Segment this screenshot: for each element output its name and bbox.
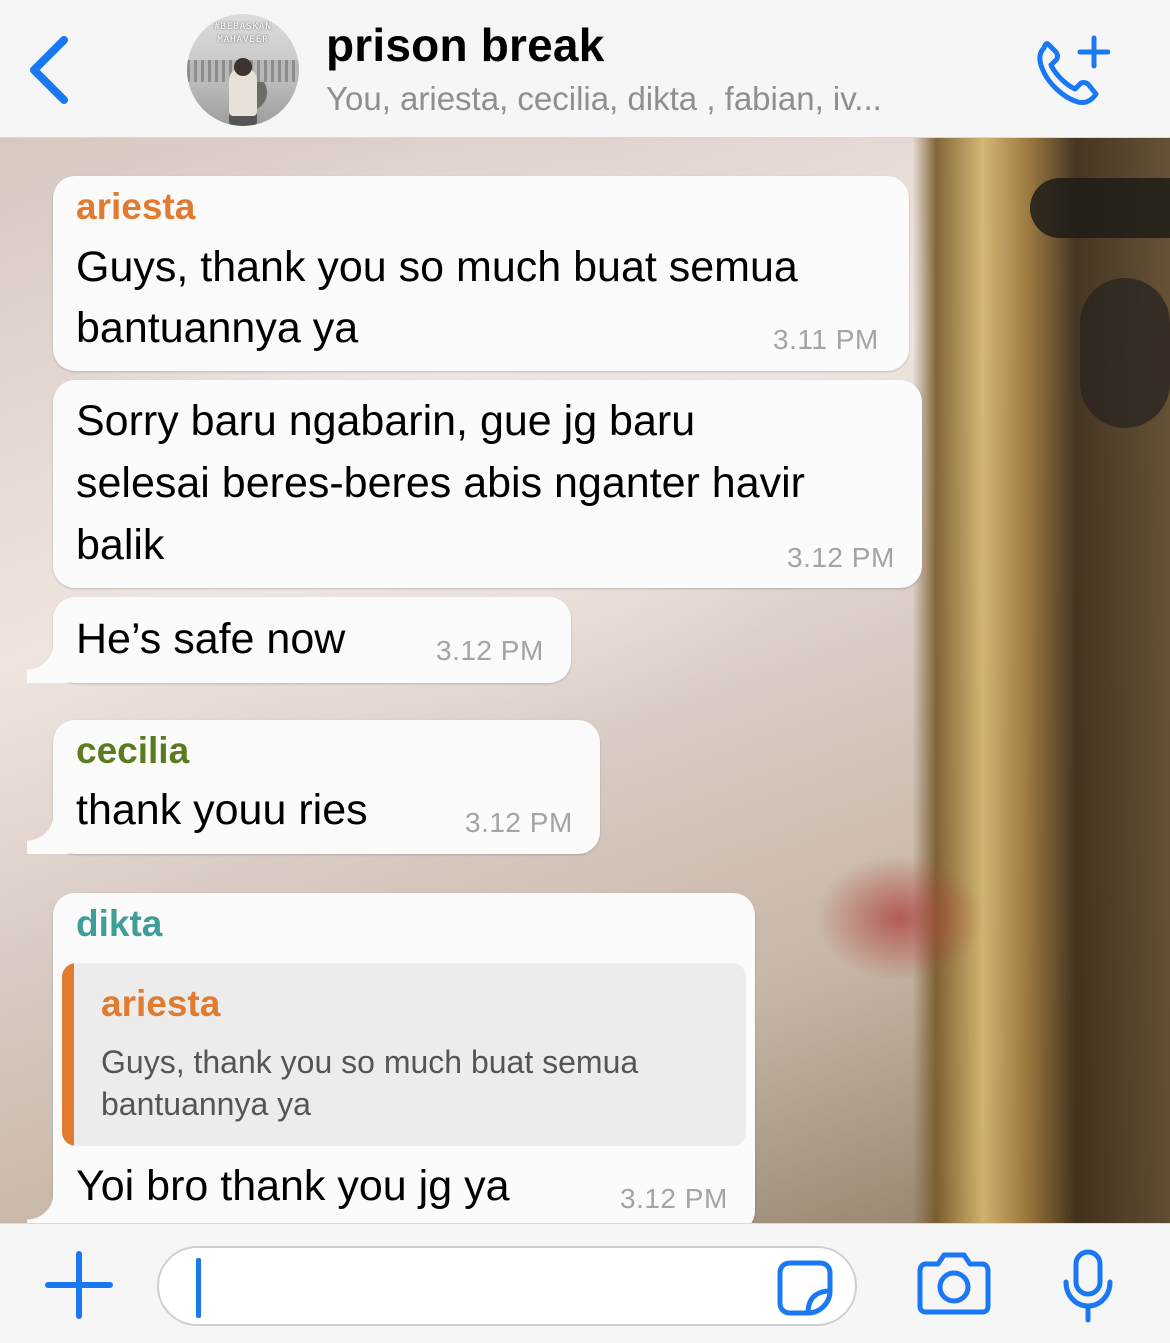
- chevron-left-icon[interactable]: [24, 34, 74, 106]
- message-text-line: selesai beres-beres abis nganter havir: [76, 459, 806, 507]
- composer-bar: [0, 1223, 1170, 1343]
- camera-icon[interactable]: [916, 1250, 992, 1316]
- message-bubble[interactable]: dikta ariesta Guys, thank you so much bu…: [27, 893, 755, 1223]
- chat-header: #BEBASKAN MAHAVEER prison break You, ari…: [0, 0, 1170, 138]
- chat-participants[interactable]: You, ariesta, cecilia, dikta , fabian, i…: [326, 80, 882, 118]
- sender-name[interactable]: dikta: [76, 903, 162, 945]
- message-bubble[interactable]: Sorry baru ngabarin, gue jg baru selesai…: [53, 380, 922, 588]
- phone-plus-icon[interactable]: [1030, 32, 1110, 108]
- group-avatar[interactable]: #BEBASKAN MAHAVEER: [187, 14, 299, 126]
- message-time: 3.12 PM: [620, 1183, 728, 1214]
- message-text-line: balik: [76, 521, 165, 569]
- avatar-tag-line-2: MAHAVEER: [217, 35, 269, 45]
- sender-name[interactable]: cecilia: [76, 730, 189, 772]
- sender-name[interactable]: ariesta: [76, 186, 195, 228]
- message-time: 3.12 PM: [787, 542, 895, 573]
- avatar-person: [229, 68, 257, 126]
- message-text: He’s safe now: [76, 615, 346, 663]
- message-text-line: bantuannya ya: [76, 304, 359, 352]
- message-input[interactable]: [157, 1246, 857, 1326]
- message-time: 3.11 PM: [773, 324, 879, 355]
- quoted-sender-name: ariesta: [101, 983, 221, 1024]
- message-text: Yoi bro thank you jg ya: [76, 1162, 510, 1210]
- avatar-person-head: [234, 58, 252, 76]
- chat-background[interactable]: ariesta Guys, thank you so much buat sem…: [0, 138, 1170, 1223]
- message-bubble[interactable]: cecilia thank youu ries 3.12 PM: [27, 720, 600, 854]
- plus-icon[interactable]: [44, 1250, 114, 1320]
- message-time: 3.12 PM: [465, 807, 573, 838]
- avatar-tag-line-1: #BEBASKAN: [214, 22, 272, 32]
- quoted-message[interactable]: ariesta Guys, thank you so much buat sem…: [62, 963, 746, 1146]
- message-text-line: Sorry baru ngabarin, gue jg baru: [76, 397, 696, 445]
- chat-title[interactable]: prison break: [326, 18, 605, 72]
- text-caret: [196, 1258, 201, 1318]
- message-bubble[interactable]: ariesta Guys, thank you so much buat sem…: [53, 176, 909, 371]
- message-bubble[interactable]: He’s safe now 3.12 PM: [27, 597, 571, 683]
- microphone-icon[interactable]: [1060, 1248, 1116, 1324]
- quote-accent-bar: [62, 963, 74, 1146]
- message-time: 3.12 PM: [436, 635, 544, 666]
- sticker-icon[interactable]: [776, 1259, 834, 1317]
- quoted-text: Guys, thank you so much buat semua bantu…: [101, 1044, 639, 1122]
- message-text: thank youu ries: [76, 786, 368, 834]
- message-text-line: Guys, thank you so much buat semua: [76, 243, 798, 291]
